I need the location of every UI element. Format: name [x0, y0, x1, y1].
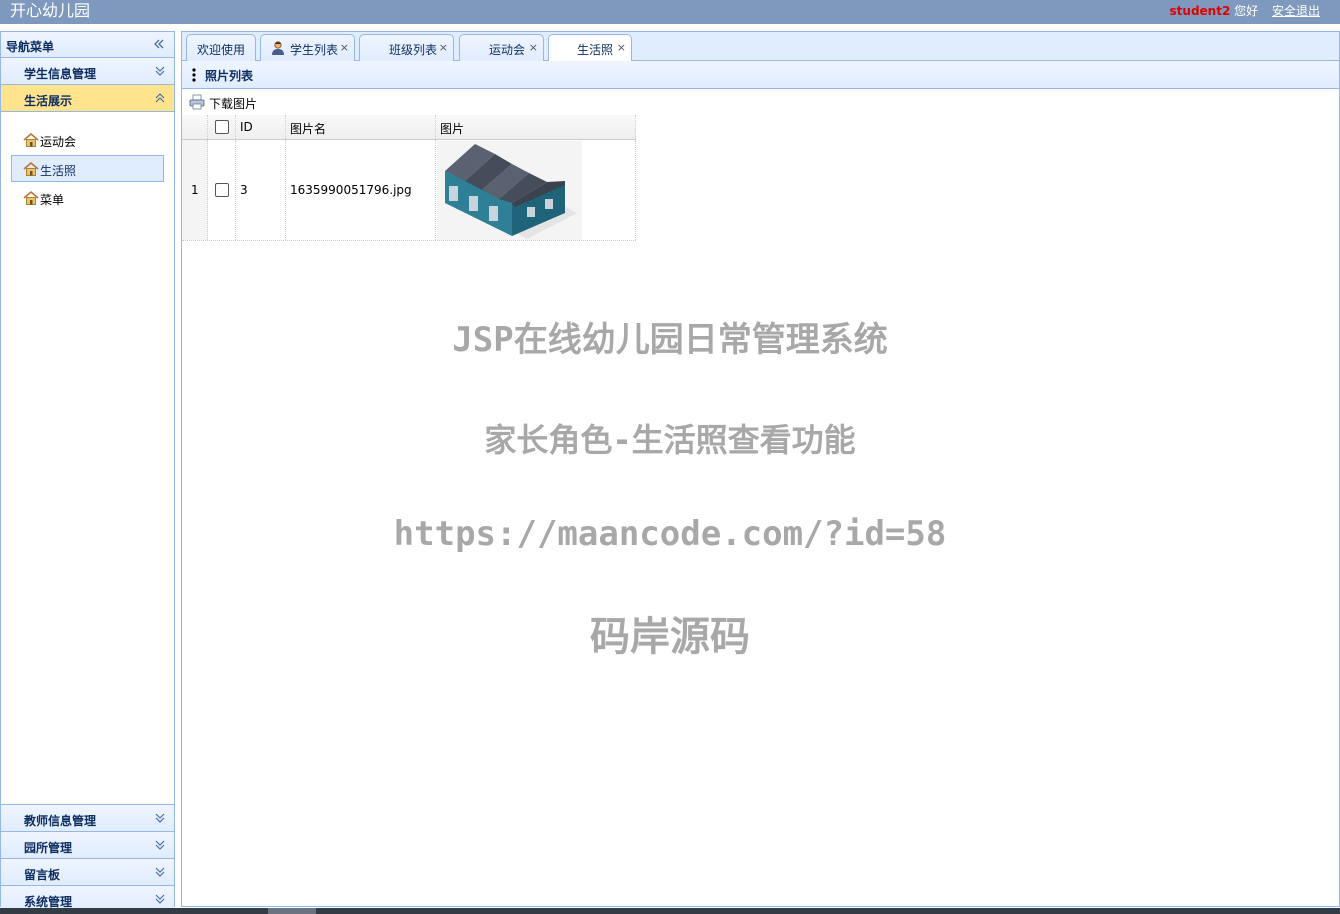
photo-list-panel-header: 照片列表: [182, 61, 1339, 89]
select-all-checkbox[interactable]: [215, 120, 229, 134]
section-label: 留言板: [24, 868, 61, 882]
select-all-cell: [208, 115, 236, 139]
watermark-brand: 码岸源码: [590, 614, 750, 660]
horizontal-scrollbar[interactable]: [0, 908, 1340, 914]
close-icon[interactable]: ×: [529, 42, 538, 54]
close-icon[interactable]: ×: [617, 42, 626, 54]
grid-header: ID 图片名 图片: [182, 115, 636, 140]
greeting-text: 您好: [1234, 4, 1259, 18]
column-header-label: 图片名: [290, 122, 327, 136]
tab-welcome[interactable]: 欢迎使用: [186, 34, 256, 61]
column-header-id[interactable]: ID: [236, 115, 286, 139]
column-header-name[interactable]: 图片名: [286, 115, 436, 139]
user-info: student2 您好 安全退出: [1170, 4, 1320, 18]
tab-label: 学生列表: [290, 43, 339, 57]
row-number-cell: 1: [182, 140, 208, 240]
house-icon: [23, 161, 39, 177]
column-header-label: ID: [240, 120, 253, 134]
main-content: 欢迎使用 学生列表 × 班级列表 × 运动会 × 生活照 × 照片列表 下载图片…: [181, 31, 1340, 907]
image-name-value: 1635990051796.jpg: [290, 183, 412, 197]
nav-header-title: 导航菜单: [6, 40, 55, 54]
id-value: 3: [240, 183, 248, 197]
watermark-url: https://maancode.com/?id=58: [393, 514, 947, 554]
collapse-left-icon[interactable]: [152, 37, 166, 51]
section-life-display-body: 运动会 生活照 菜单: [1, 112, 174, 805]
section-student-info[interactable]: 学生信息管理: [1, 58, 174, 85]
expand-down-icon[interactable]: [154, 893, 166, 905]
download-image-label: 下载图片: [209, 97, 258, 111]
expand-down-icon[interactable]: [154, 812, 166, 824]
photo-grid: ID 图片名 图片 1 3 1635990051796.jpg: [182, 115, 636, 241]
tab-life-photos[interactable]: 生活照 ×: [548, 34, 632, 62]
image-cell: [436, 140, 636, 240]
panel-title: 照片列表: [205, 69, 254, 83]
column-header-image[interactable]: 图片: [436, 115, 636, 139]
menu-item-sports-meet[interactable]: 运动会: [11, 126, 164, 153]
table-row[interactable]: 1 3 1635990051796.jpg: [182, 140, 636, 241]
close-icon[interactable]: ×: [340, 42, 349, 54]
tab-label: 班级列表: [389, 43, 438, 57]
menu-item-life-photos[interactable]: 生活照: [11, 155, 164, 182]
user-icon: [270, 40, 286, 56]
section-label: 园所管理: [24, 841, 73, 855]
collapse-up-icon[interactable]: [154, 92, 166, 104]
menu-item-label: 生活照: [40, 164, 77, 178]
house-icon: [23, 190, 39, 206]
expand-down-icon[interactable]: [154, 866, 166, 878]
expand-down-icon[interactable]: [154, 839, 166, 851]
menu-item-label: 运动会: [40, 135, 77, 149]
more-vertical-icon[interactable]: [192, 68, 196, 82]
watermark-subtitle: 家长角色-生活照查看功能: [484, 421, 856, 459]
nav-panel: 导航菜单 学生信息管理 生活展示 运动会 生活照 菜单 教师信息管理 园所管理 …: [0, 31, 175, 913]
scrollbar-thumb[interactable]: [268, 908, 316, 914]
expand-down-icon[interactable]: [154, 65, 166, 77]
warehouse-building-image[interactable]: [437, 141, 582, 240]
menu-item-label: 菜单: [40, 193, 65, 207]
printer-icon: [189, 94, 205, 110]
tab-class-list[interactable]: 班级列表 ×: [359, 34, 454, 61]
top-bar: 开心幼儿园 student2 您好 安全退出: [0, 0, 1340, 24]
tab-label: 运动会: [489, 43, 526, 57]
section-life-display[interactable]: 生活展示: [1, 85, 174, 112]
username: student2: [1169, 4, 1231, 18]
row-checkbox[interactable]: [215, 183, 229, 197]
section-message-board[interactable]: 留言板: [1, 859, 174, 886]
row-select-cell: [208, 140, 236, 240]
id-cell: 3: [236, 140, 286, 240]
tab-student-list[interactable]: 学生列表 ×: [260, 34, 355, 61]
section-label: 教师信息管理: [24, 814, 97, 828]
logout-link[interactable]: 安全退出: [1272, 4, 1320, 18]
tab-label: 欢迎使用: [197, 43, 246, 57]
section-school-management[interactable]: 园所管理: [1, 832, 174, 859]
grid-toolbar: 下载图片: [182, 89, 1339, 115]
app-title: 开心幼儿园: [10, 1, 91, 20]
tab-sports-meet[interactable]: 运动会 ×: [459, 34, 544, 61]
name-cell: 1635990051796.jpg: [286, 140, 436, 240]
section-label: 学生信息管理: [24, 67, 97, 81]
nav-header: 导航菜单: [1, 32, 174, 58]
rownum-header: [182, 115, 208, 139]
row-number: 1: [191, 183, 199, 197]
close-icon[interactable]: ×: [439, 42, 448, 54]
section-teacher-info[interactable]: 教师信息管理: [1, 805, 174, 832]
menu-item-menu[interactable]: 菜单: [11, 184, 164, 211]
tab-label: 生活照: [577, 43, 614, 57]
watermark-title: JSP在线幼儿园日常管理系统: [452, 320, 888, 360]
house-icon: [23, 132, 39, 148]
column-header-label: 图片: [440, 122, 465, 136]
tabs-bar: 欢迎使用 学生列表 × 班级列表 × 运动会 × 生活照 ×: [182, 32, 1339, 62]
section-label: 生活展示: [24, 94, 73, 108]
